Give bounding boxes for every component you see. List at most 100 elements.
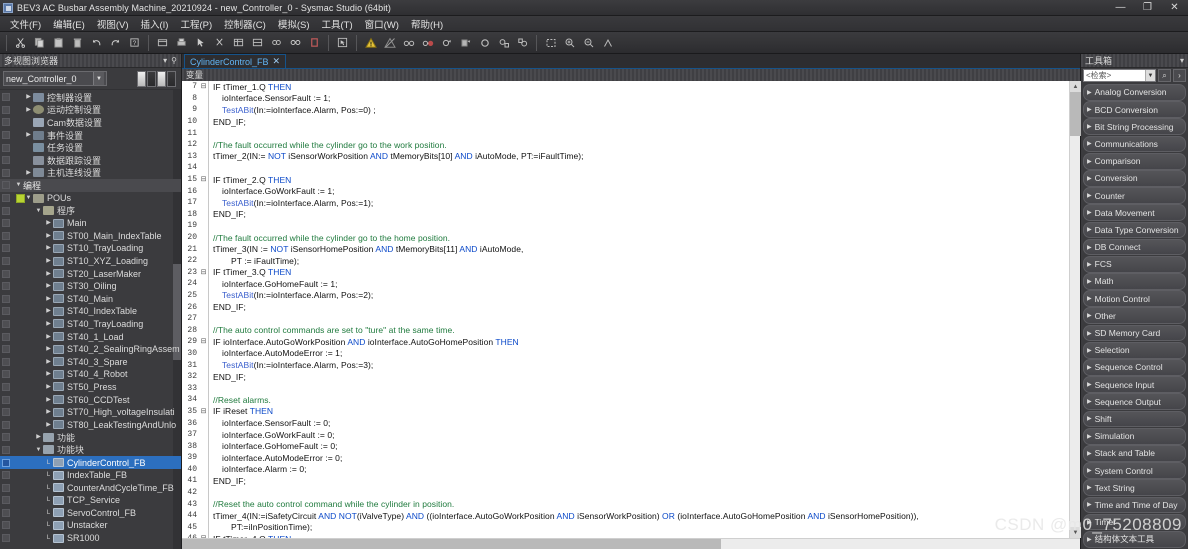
pin-icon[interactable]: ⚲ [171, 56, 177, 65]
code-line[interactable]: 35 ⊟ IF iReset THEN [182, 405, 1069, 418]
code-line[interactable]: 9 TestABit(In:=ioInterface.Alarm, Pos:=0)… [182, 104, 1069, 116]
controller-select[interactable]: new_Controller_0 ▼ [3, 71, 107, 86]
code-line[interactable]: 12 //The fault occurred while the cylinde… [182, 138, 1069, 151]
chevron-right-icon[interactable]: ▶ [1087, 261, 1092, 268]
code-line[interactable]: 22 PT := iFaultTime); [182, 254, 1069, 267]
menu-controller[interactable]: 控制器(C) [218, 16, 272, 32]
tree-item[interactable]: ▶ 数据跟踪设置 [0, 154, 181, 167]
chevron-right-icon[interactable]: ▶ [1087, 467, 1092, 474]
toolbox-category[interactable]: ▶ Math [1083, 273, 1186, 290]
chevron-right-icon[interactable]: ▶ [1087, 123, 1092, 130]
chevron-right-icon[interactable]: ▶ [1087, 226, 1092, 233]
code-line[interactable]: 14 [182, 162, 1069, 174]
toolbox-category[interactable]: ▶ Stack and Table [1083, 444, 1186, 462]
menu-insert[interactable]: 插入(I) [134, 16, 174, 32]
chevron-right-icon[interactable]: ▶ [44, 368, 53, 380]
code-line[interactable]: 31 TestABit(In:=ioInterface.Alarm, Pos:=3… [182, 359, 1069, 371]
toolbox-category[interactable]: ▶ Time and Time of Day [1083, 496, 1186, 514]
fold-toggle-icon[interactable]: ⊟ [199, 337, 208, 346]
chevron-right-icon[interactable]: ▶ [1087, 330, 1092, 337]
toolbox-category[interactable]: ▶ Bit String Processing [1083, 118, 1186, 136]
toolbox-category[interactable]: ▶ Communications [1083, 135, 1186, 153]
chevron-down-icon[interactable]: ▼ [93, 72, 104, 85]
editor-scroll-thumb[interactable] [1070, 92, 1081, 136]
toolbox-category[interactable]: ▶ Motion Control [1083, 290, 1186, 308]
toolbox-category[interactable]: ▶ Sequence Output [1083, 393, 1186, 411]
chevron-right-icon[interactable]: ▶ [1087, 364, 1092, 371]
chevron-right-icon[interactable]: ▶ [1087, 519, 1092, 526]
tree-item[interactable]: ▶ 事件设置 [0, 129, 181, 142]
chevron-right-icon[interactable]: ▶ [44, 406, 53, 418]
tree-item[interactable]: ▼ 编程 [0, 179, 181, 192]
chevron-right-icon[interactable]: L [44, 494, 53, 506]
stop-icon[interactable] [305, 33, 324, 52]
chevron-right-icon[interactable]: ▶ [24, 129, 33, 141]
code-line[interactable]: 25 TestABit(In:=ioInterface.Alarm, Pos:=2… [182, 289, 1069, 302]
toolbox-category[interactable]: ▶ Comparison [1083, 152, 1186, 170]
undo-icon[interactable] [87, 33, 106, 52]
code-line[interactable]: 27 [182, 312, 1069, 325]
chevron-right-icon[interactable]: ▶ [44, 318, 53, 330]
code-line[interactable]: 13 tTimer_2(IN:= NOT iSensorWorkPosition … [182, 150, 1069, 163]
glasses-red-icon[interactable] [418, 33, 437, 52]
tree-item[interactable]: ▶ ST10_TrayLoading [0, 242, 181, 255]
chevron-right-icon[interactable]: ▶ [44, 356, 53, 368]
tree-item[interactable]: L TCP_Service [0, 494, 181, 507]
chevron-right-icon[interactable]: ▶ [1087, 278, 1092, 285]
chevron-right-icon[interactable]: L [44, 469, 53, 481]
chevron-down-icon[interactable]: ▼ [24, 192, 33, 204]
chevron-right-icon[interactable]: ▶ [1087, 158, 1092, 165]
paste-icon[interactable] [49, 33, 68, 52]
tree-item[interactable]: ▶ 运动控制设置 [0, 104, 181, 117]
chevron-right-icon[interactable]: ▶ [1087, 415, 1092, 422]
tree-item[interactable]: L CylinderControl_FB [0, 456, 181, 469]
code-line[interactable]: 28 //The auto control commands are set to… [182, 324, 1069, 337]
code-line[interactable]: 36 ioInterface.SensorFault := 0; [182, 417, 1069, 429]
chevron-right-icon[interactable]: ▶ [24, 167, 33, 179]
scroll-up-icon[interactable]: ▲ [1070, 81, 1081, 92]
chevron-right-icon[interactable]: ▶ [24, 91, 33, 103]
chevron-down-icon[interactable]: ▼ [34, 205, 43, 217]
tree-item[interactable]: ▶ ST40_IndexTable [0, 305, 181, 318]
menu-edit[interactable]: 编辑(E) [47, 16, 91, 32]
chevron-right-icon[interactable]: ▶ [44, 280, 53, 292]
search-icon[interactable]: ⌕ [1158, 69, 1171, 82]
chevron-right-icon[interactable]: ▶ [24, 142, 33, 154]
tree-item[interactable]: ▶ ST50_Press [0, 381, 181, 394]
glasses-icon[interactable] [399, 33, 418, 52]
code-line[interactable]: 38 ioInterface.GoHomeFault := 0; [182, 440, 1069, 452]
tree-item[interactable]: ▼ 程序 [0, 204, 181, 217]
tree-item[interactable]: L ServoControl_FB [0, 507, 181, 520]
chevron-right-icon[interactable]: L [44, 507, 53, 519]
delete-icon[interactable] [68, 33, 87, 52]
transfer-from-icon[interactable] [513, 33, 532, 52]
view-icon[interactable] [153, 33, 172, 52]
tree-item[interactable]: ▶ ST70_High_voltageInsulati [0, 406, 181, 419]
code-line[interactable]: 10 END_IF; [182, 115, 1069, 128]
tree-item[interactable]: ▶ ST20_LaserMaker [0, 267, 181, 280]
code-line[interactable]: 43 //Reset the auto control command while… [182, 498, 1069, 510]
tree-item[interactable]: ▶ ST40_TrayLoading [0, 318, 181, 331]
editor-vertical-scrollbar[interactable]: ▲ ▼ [1069, 81, 1081, 538]
tree-item[interactable]: ▶ 主机连线设置 [0, 167, 181, 180]
tree-item[interactable]: ▼ POUs [0, 192, 181, 205]
search-input[interactable]: <检索> ▼ [1083, 69, 1156, 82]
print-icon[interactable] [172, 33, 191, 52]
tree-item[interactable]: ▶ ST60_CCDTest [0, 393, 181, 406]
chevron-right-icon[interactable]: ▶ [44, 242, 53, 254]
chevron-right-icon[interactable]: ▶ [1087, 536, 1092, 543]
code-line[interactable]: 11 [182, 127, 1069, 139]
chevron-down-icon[interactable]: ▼ [1145, 70, 1155, 81]
toolbox-category[interactable]: ▶ 结构体文本工具 [1083, 530, 1186, 548]
circle-icon[interactable] [475, 33, 494, 52]
chevron-right-icon[interactable]: ▶ [1087, 312, 1092, 319]
toolbox-menu-icon[interactable]: ▾ [1180, 56, 1184, 65]
menu-project[interactable]: 工程(P) [174, 16, 218, 32]
close-icon[interactable]: ✕ [273, 56, 281, 67]
chevron-right-icon[interactable]: ▶ [44, 343, 53, 355]
code-line[interactable]: 45 PT:=iInPositionTime); [182, 521, 1069, 534]
tree-item[interactable]: L CounterAndCycleTime_FB [0, 481, 181, 494]
toolbox-category[interactable]: ▶ Sequence Input [1083, 376, 1186, 393]
tree-item[interactable]: L SR1000 [0, 532, 181, 545]
chevron-right-icon[interactable]: ▶ [44, 394, 53, 406]
